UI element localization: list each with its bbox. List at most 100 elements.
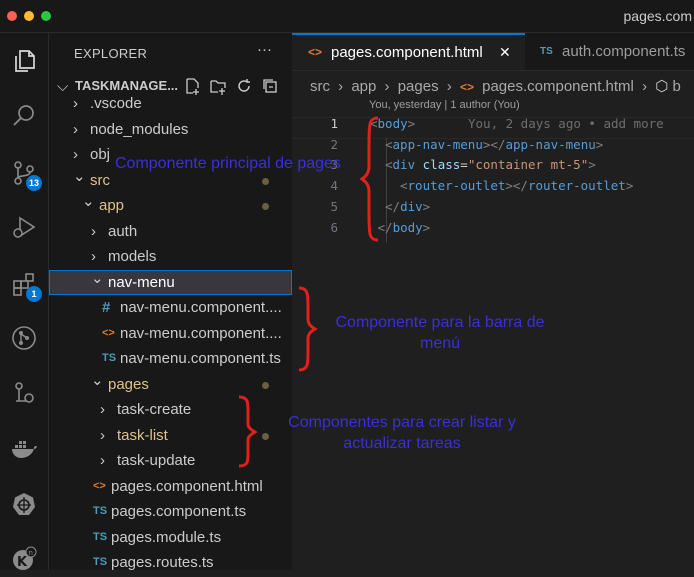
tab-auth-component-ts[interactable]: TS auth.component.ts	[525, 33, 694, 70]
kubernetes-icon[interactable]	[6, 486, 42, 522]
activity-bar: 13 1 Kn	[0, 33, 49, 570]
tree-file[interactable]: TS nav-menu.component.ts	[49, 346, 292, 371]
close-window-button[interactable]	[7, 11, 17, 21]
tree-folder[interactable]: › auth	[49, 219, 292, 244]
chevron-right-icon: ›	[338, 78, 344, 95]
tree-item-label: pages	[108, 375, 149, 393]
line-number: 5	[330, 198, 338, 214]
html-file-icon: <>	[308, 45, 323, 59]
modified-indicator	[262, 381, 269, 389]
tree-file[interactable]: <> nav-menu.component....	[49, 321, 292, 346]
tab-label: pages.component.html	[331, 44, 483, 61]
git-graph-icon[interactable]	[6, 320, 42, 356]
chevron-down-icon: ⌄	[91, 371, 104, 389]
html-file-icon: <>	[93, 479, 106, 492]
tree-item-label: pages.routes.ts	[111, 554, 214, 570]
annotation-tasks-line2: actualizar tareas	[343, 435, 461, 452]
docker-icon[interactable]	[6, 431, 42, 467]
breadcrumb-app[interactable]: app	[351, 78, 376, 95]
editor-area: <> pages.component.html ✕ TS auth.compon…	[292, 33, 694, 570]
tree-item-label: obj	[90, 146, 111, 163]
tree-file[interactable]: TS pages.module.ts	[49, 525, 292, 550]
tree-folder[interactable]: ⌄ pages	[49, 372, 292, 397]
close-tab-icon[interactable]: ✕	[499, 35, 511, 70]
annotation-tasks-line1: Componentes para crear listar y	[288, 414, 516, 431]
chevron-right-icon: ›	[73, 120, 78, 138]
chevron-right-icon: ›	[642, 78, 648, 95]
extensions-icon[interactable]: 1	[6, 266, 42, 302]
tree-item-label: nav-menu	[108, 273, 175, 291]
code-line[interactable]: </body>	[378, 220, 431, 235]
tree-item-label: node_modules	[90, 120, 189, 138]
tree-file[interactable]: <> pages.component.html	[49, 474, 292, 499]
inline-blame: You, 2 days ago • add more	[468, 116, 664, 131]
tree-item-label: task-update	[117, 452, 196, 469]
extensions-badge: 1	[26, 286, 42, 302]
breadcrumb-symbol[interactable]: b	[673, 78, 681, 95]
pull-requests-icon[interactable]	[6, 375, 42, 411]
tree-item-label: task-list	[117, 426, 168, 444]
chevron-right-icon: ›	[91, 222, 96, 240]
line-number: 4	[330, 178, 338, 194]
source-control-badge: 13	[26, 175, 42, 191]
explorer-title: EXPLORER	[74, 46, 148, 61]
tree-file[interactable]: TS pages.component.ts	[49, 499, 292, 524]
code-line[interactable]: <router-outlet></router-outlet>	[400, 178, 633, 193]
window-title: pages.com	[623, 8, 692, 24]
css-file-icon: #	[102, 299, 111, 316]
chevron-down-icon: ⌄	[82, 193, 95, 210]
more-actions-button[interactable]: ···	[257, 41, 272, 58]
breadcrumb-file[interactable]: pages.component.html	[482, 78, 634, 95]
line-number: 2	[330, 136, 338, 152]
code-line[interactable]: <div class="container mt-5">	[385, 157, 596, 172]
tree-folder[interactable]: ⌄ nav-menu	[49, 269, 292, 295]
line-number: 6	[330, 219, 338, 235]
ts-file-icon: TS	[93, 530, 108, 543]
chevron-right-icon: ›	[100, 401, 105, 418]
title-bar: pages.com	[0, 0, 694, 33]
breadcrumb: src › app › pages › <> pages.component.h…	[310, 77, 681, 95]
chevron-right-icon: ›	[73, 95, 78, 112]
html-file-icon: <>	[102, 326, 115, 339]
account-icon[interactable]: Kn	[6, 541, 42, 577]
tab-bar: <> pages.component.html ✕ TS auth.compon…	[292, 33, 694, 71]
run-debug-icon[interactable]	[6, 209, 42, 245]
code-line[interactable]: </div>	[385, 199, 430, 214]
ts-file-icon: TS	[93, 505, 108, 517]
tree-item-label: pages.module.ts	[111, 528, 222, 546]
search-icon[interactable]	[6, 98, 42, 134]
svg-text:n: n	[29, 549, 33, 557]
tree-folder[interactable]: ⌄ app	[49, 193, 292, 218]
tree-item-label: pages.component.ts	[111, 503, 247, 520]
tab-pages-component-html[interactable]: <> pages.component.html ✕	[292, 33, 525, 70]
tree-folder[interactable]: › .vscode	[49, 91, 292, 116]
tree-item-label: models	[108, 248, 157, 265]
breadcrumb-src[interactable]: src	[310, 78, 330, 95]
ts-file-icon: TS	[93, 556, 108, 568]
source-control-icon[interactable]: 13	[6, 155, 42, 191]
html-file-icon: <>	[459, 80, 474, 94]
tree-item-label: nav-menu.component....	[120, 299, 282, 316]
code-line[interactable]: <app-nav-menu></app-nav-menu>	[385, 137, 603, 152]
chevron-down-icon: ⌄	[73, 167, 86, 185]
tree-item-label: pages.component.html	[111, 477, 263, 495]
chevron-down-icon: ⌄	[91, 269, 104, 287]
breadcrumb-pages[interactable]: pages	[398, 78, 439, 95]
tab-label: auth.component.ts	[562, 43, 686, 60]
tree-folder[interactable]: › models	[49, 244, 292, 269]
tree-item-label: task-create	[117, 401, 192, 418]
explorer-panel: EXPLORER ··· ⌵ TASKMANAGE... › .vscode › no…	[49, 33, 293, 570]
modified-indicator	[262, 432, 269, 440]
codelens-blame[interactable]: You, yesterday | 1 author (You)	[369, 99, 520, 111]
explorer-icon[interactable]	[6, 43, 42, 79]
tree-folder[interactable]: › node_modules	[49, 117, 292, 142]
maximize-window-button[interactable]	[41, 11, 51, 21]
chevron-right-icon: ›	[446, 78, 452, 95]
minimize-window-button[interactable]	[24, 11, 34, 21]
tree-file[interactable]: # nav-menu.component....	[49, 295, 292, 320]
chevron-right-icon: ›	[384, 78, 390, 95]
annotation-brace-tasks	[238, 395, 258, 468]
tree-item-label: .vscode	[90, 95, 142, 112]
tree-file[interactable]: TS pages.routes.ts	[49, 550, 292, 570]
cube-icon: ⬡	[655, 78, 669, 95]
